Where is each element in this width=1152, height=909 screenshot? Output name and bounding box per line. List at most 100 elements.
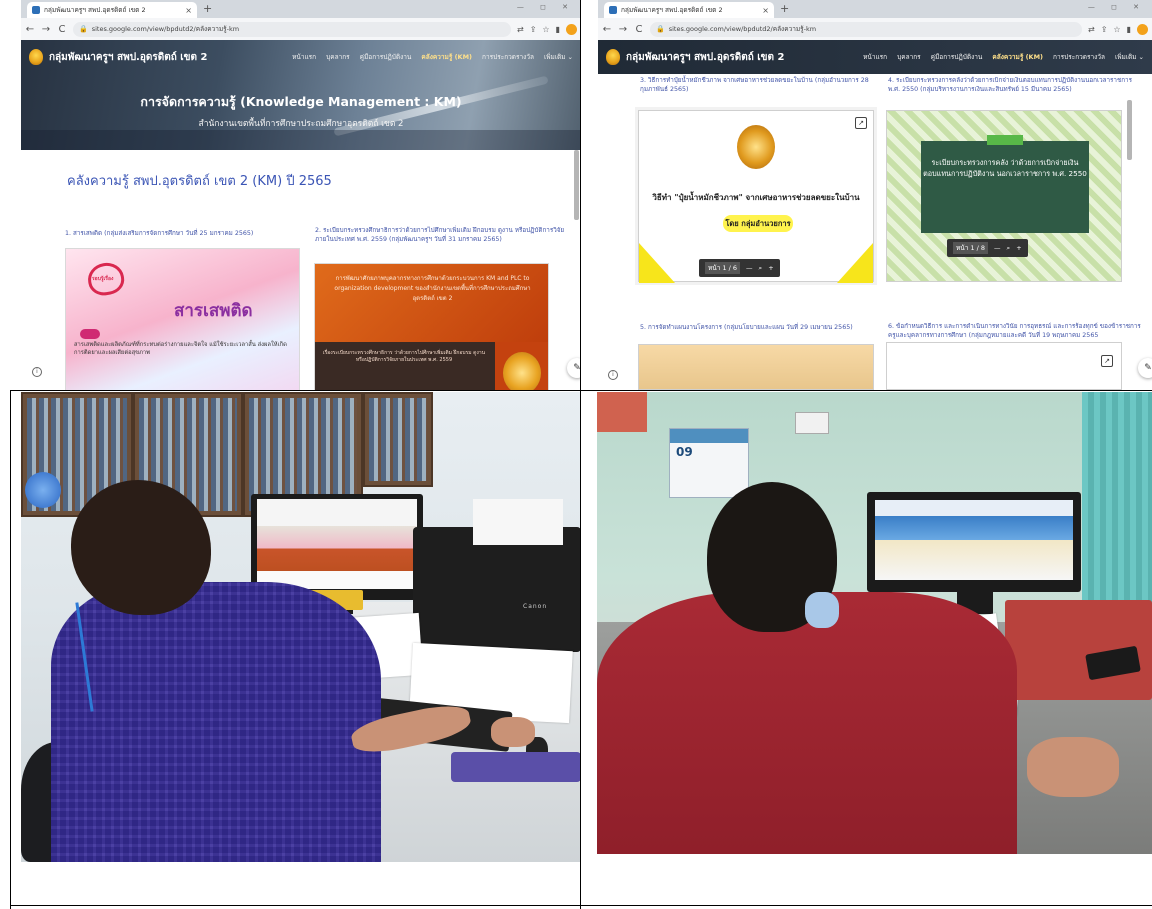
info-icon[interactable]: i [32,367,42,377]
doc-caption-5[interactable]: 5. การจัดทำแผนงานโครงการ (กลุ่มนโยบายและ… [640,323,880,332]
address-bar[interactable]: 🔒 sites.google.com/view/bpdutd2/คลังความ… [650,21,1083,37]
nav-awards[interactable]: การประกวดรางวัล [482,52,534,62]
zoom-out-icon[interactable]: — [746,264,753,272]
reload-icon[interactable]: C [634,24,644,35]
zoom-icon[interactable]: ⌕ [759,264,763,273]
doc3-author: โดย กลุ่มอำนวยการ [723,215,793,232]
browser-tab[interactable]: กลุ่มพัฒนาครูฯ สพป.อุดรดิตถ์ เขต 2 × [27,2,197,18]
zoom-in-icon[interactable]: + [1016,244,1021,252]
edit-pencil-icon[interactable]: ✎ [567,358,581,378]
nav-km[interactable]: คลังความรู้ (KM) [421,52,472,62]
hero-strip [21,130,581,150]
person-shirt [597,592,1017,854]
doc4-board: ระเบียบกระทรวงการคลัง ว่าด้วยการเบิกจ่าย… [921,135,1089,233]
embedded-doc-3[interactable]: วิธีทำ "ปุ๋ยน้ำหมักชีวภาพ" จากเศษอาหารช่… [638,110,874,283]
bookmark-star-icon[interactable]: ☆ [1113,25,1120,34]
profile-avatar[interactable] [566,23,577,35]
profile-avatar[interactable] [1137,23,1148,35]
embedded-doc-1[interactable]: รอบรู้เรื่อง สารเสพติด สารเสพติดและผลิตภ… [65,248,300,390]
site-name[interactable]: กลุ่มพัฒนาครูฯ สพป.อุดรดิตถ์ เขต 2 [49,50,207,65]
forward-icon[interactable]: → [41,24,51,35]
site-favicon-icon [609,6,617,14]
forward-icon[interactable]: → [618,24,628,35]
page-indicator[interactable]: หน้า 1 / 8 [953,242,989,254]
hero-subtitle: สำนักงานเขตพื้นที่การศึกษาประถมศึกษาอุตร… [198,119,404,129]
site-name[interactable]: กลุ่มพัฒนาครูฯ สพป.อุดรดิตถ์ เขต 2 [626,50,784,65]
site-logo-icon[interactable] [606,49,620,65]
browser-tab[interactable]: กลุ่มพัฒนาครูฯ สพป.อุดรดิตถ์ เขต 2 × [604,2,774,18]
back-icon[interactable]: ← [25,24,35,35]
embedded-doc-2[interactable]: การพัฒนาศักยภาพบุคลากรทางการศึกษาด้วยกระ… [314,263,549,390]
open-external-icon[interactable]: ↗ [855,117,867,129]
hero-title: การจัดการความรู้ (Knowledge Management :… [140,94,462,109]
sidebar-icon[interactable]: ▮ [1127,25,1131,34]
office-seal-icon [737,125,775,169]
doc-caption-4[interactable]: 4. ระเบียบกระทรวงการคลังว่าด้วยการเบิกจ่… [888,76,1143,94]
grid-divider-horizontal [10,390,1152,391]
doc1-pink-badge [80,329,100,339]
embedded-doc-6[interactable]: ↗ [886,342,1122,390]
doc-caption-6[interactable]: 6. ข้อกำหนดวิธีการ และการดำเนินการทางวิน… [888,322,1143,340]
zoom-icon[interactable]: ⌕ [1007,244,1011,253]
person-hand [491,717,535,747]
person-shirt [51,582,381,862]
doc1-body: สารเสพติดและผลิตภัณฑ์ที่กระทบต่อร่างกายแ… [74,342,287,356]
right-browser-screenshot: กลุ่มพัฒนาครูฯ สพป.อุดรดิตถ์ เขต 2 × + —… [598,0,1152,390]
person-hand [1027,737,1119,797]
nav-more[interactable]: เพิ่มเติม ⌄ [544,52,573,62]
bookmark-star-icon[interactable]: ☆ [542,25,549,34]
share-icon[interactable]: ⇪ [1101,25,1108,34]
window-controls[interactable]: — ◻ ✕ [517,3,575,11]
doc3-pager: หน้า 1 / 6 — ⌕ + [699,259,780,277]
doc3-title: วิธีทำ "ปุ๋ยน้ำหมักชีวภาพ" จากเศษอาหารช่… [652,193,860,202]
doc-caption-3[interactable]: 3. วิธีการทำปุ๋ยน้ำหมักชีวภาพ จากเศษอาหา… [640,76,880,94]
zoom-in-icon[interactable]: + [768,264,773,272]
embedded-doc-4[interactable]: ระเบียบกระทรวงการคลัง ว่าด้วยการเบิกจ่าย… [886,110,1122,282]
nav-more[interactable]: เพิ่มเติม ⌄ [1115,52,1144,62]
nav-awards[interactable]: การประกวดรางวัล [1053,52,1105,62]
office-room: Canon [21,392,581,862]
nav-home[interactable]: หน้าแรก [863,52,887,62]
doc1-title: สารเสพติด [174,301,253,321]
page-scrollbar[interactable] [574,150,579,220]
site-header: กลุ่มพัฒนาครูฯ สพป.อุดรดิตถ์ เขต 2 หน้าแ… [21,40,581,74]
edit-pencil-icon[interactable]: ✎ [1138,358,1152,378]
person-head [71,480,211,615]
grid-border-bottom [10,905,1152,906]
reload-icon[interactable]: C [57,24,67,35]
zoom-out-icon[interactable]: — [994,244,1001,252]
screenshot-collage: กลุ่มพัฒนาครูฯ สพป.อุดรดิตถ์ เขต 2 × + —… [0,0,1152,909]
tab-close-icon[interactable]: × [185,6,192,15]
browser-toolbar: ← → C 🔒 sites.google.com/view/bpdutd2/คล… [598,18,1152,40]
url-text: sites.google.com/view/bpdutd2/คลังความรู… [91,25,240,33]
open-external-icon[interactable]: ↗ [1101,355,1113,367]
share-icon[interactable]: ⇪ [530,25,537,34]
window-controls[interactable]: — ◻ ✕ [1088,3,1146,11]
page-indicator[interactable]: หน้า 1 / 6 [705,262,741,274]
site-logo-icon[interactable] [29,49,43,65]
printer-paper [473,499,563,545]
embedded-doc-5[interactable] [638,344,874,390]
new-tab-button[interactable]: + [203,2,212,16]
doc4-tab [987,135,1023,145]
back-icon[interactable]: ← [602,24,612,35]
nav-manual[interactable]: คู่มือการปฏิบัติงาน [360,52,412,62]
translate-icon[interactable]: ⇄ [1088,25,1095,34]
nav-manual[interactable]: คู่มือการปฏิบัติงาน [931,52,983,62]
address-bar[interactable]: 🔒 sites.google.com/view/bpdutd2/คลังความ… [73,21,512,37]
site-header: กลุ่มพัฒนาครูฯ สพป.อุดรดิตถ์ เขต 2 หน้าแ… [598,40,1152,74]
nav-personnel[interactable]: บุคลากร [326,52,350,62]
page-scrollbar[interactable] [1127,100,1132,160]
doc-caption-1[interactable]: 1. สารเสพติด (กลุ่มส่งเสริมการจัดการศึกษ… [65,229,305,238]
doc-caption-2[interactable]: 2. ระเบียบกระทรวงศึกษาธิการว่าด้วยการไปศ… [315,226,570,244]
nav-personnel[interactable]: บุคลากร [897,52,921,62]
translate-icon[interactable]: ⇄ [517,25,524,34]
tab-close-icon[interactable]: × [762,6,769,15]
grid-divider-vertical [580,0,581,909]
nav-km[interactable]: คลังความรู้ (KM) [992,52,1043,62]
nav-home[interactable]: หน้าแรก [292,52,316,62]
sidebar-icon[interactable]: ▮ [556,25,560,34]
info-icon[interactable]: i [608,370,618,380]
page-content: 3. วิธีการทำปุ๋ยน้ำหมักชีวภาพ จากเศษอาหา… [598,74,1152,390]
new-tab-button[interactable]: + [780,2,789,16]
